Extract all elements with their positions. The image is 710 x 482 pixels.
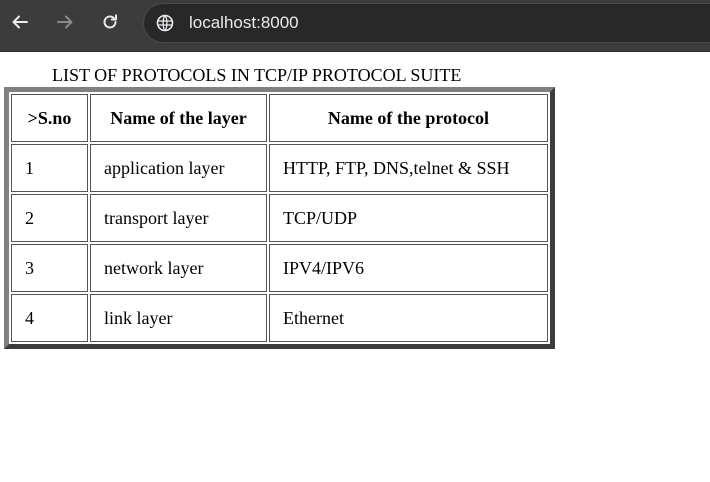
browser-toolbar: localhost:8000 bbox=[0, 0, 710, 52]
url-text[interactable]: localhost:8000 bbox=[189, 13, 299, 33]
page-content: LIST OF PROTOCOLS IN TCP/IP PROTOCOL SUI… bbox=[0, 52, 710, 482]
column-header-sno: >S.no bbox=[11, 94, 88, 142]
protocols-table: >S.no Name of the layer Name of the prot… bbox=[4, 87, 555, 349]
cell-sno: 2 bbox=[11, 194, 88, 242]
cell-layer: transport layer bbox=[90, 194, 267, 242]
reload-icon bbox=[103, 14, 117, 29]
cell-layer: network layer bbox=[90, 244, 267, 292]
column-header-protocol: Name of the protocol bbox=[269, 94, 548, 142]
cell-sno: 1 bbox=[11, 144, 88, 192]
table-row: 1 application layer HTTP, FTP, DNS,telne… bbox=[11, 144, 548, 192]
cell-protocol: TCP/UDP bbox=[269, 194, 548, 242]
arrow-left-icon bbox=[12, 15, 28, 29]
reload-button[interactable] bbox=[97, 9, 123, 35]
table-caption: LIST OF PROTOCOLS IN TCP/IP PROTOCOL SUI… bbox=[52, 65, 462, 85]
cell-protocol: IPV4/IPV6 bbox=[269, 244, 548, 292]
back-button[interactable] bbox=[7, 9, 33, 35]
cell-sno: 4 bbox=[11, 294, 88, 342]
forward-button[interactable] bbox=[52, 9, 78, 35]
table-row: 3 network layer IPV4/IPV6 bbox=[11, 244, 548, 292]
table-row: 2 transport layer TCP/UDP bbox=[11, 194, 548, 242]
globe-icon[interactable] bbox=[156, 14, 174, 32]
cell-sno: 3 bbox=[11, 244, 88, 292]
cell-protocol: HTTP, FTP, DNS,telnet & SSH bbox=[269, 144, 548, 192]
cell-protocol: Ethernet bbox=[269, 294, 548, 342]
column-header-layer: Name of the layer bbox=[90, 94, 267, 142]
table-row: 4 link layer Ethernet bbox=[11, 294, 548, 342]
address-bar[interactable]: localhost:8000 bbox=[143, 3, 710, 43]
table-header-row: >S.no Name of the layer Name of the prot… bbox=[11, 94, 548, 142]
cell-layer: application layer bbox=[90, 144, 267, 192]
arrow-right-icon bbox=[57, 15, 73, 29]
cell-layer: link layer bbox=[90, 294, 267, 342]
